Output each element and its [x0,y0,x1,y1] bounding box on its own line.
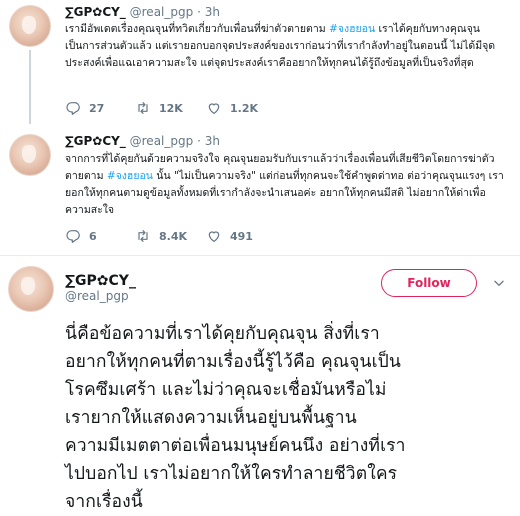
text-line: อยากให้ทุกคนที่ตามเรื่องนี้รู้ไว้คือ คุณ… [65,352,401,372]
main-tweet: ∑GP✿CY_ @real_pgp Follow นี่คือข้อความที… [0,0,520,514]
text-line: จากเรื่องนี้ [65,492,143,512]
text-line: นี่คือข้อความที่เราได้คุยกับคุณจุน สิ่งท… [65,324,380,344]
follow-button[interactable]: Follow [381,269,477,297]
text-line: เรายากให้แสดงความเห็นอยู่บนพื้นฐาน [65,408,357,428]
chevron-down-icon[interactable] [492,276,506,290]
display-name[interactable]: ∑GP✿CY_ [65,273,136,289]
text-line: โรคซึมเศร้า และไม่ว่าคุณจะเชื่อมันหรือไม… [65,380,387,400]
main-tweet-text: นี่คือข้อความที่เราได้คุยกับคุณจุน สิ่งท… [65,320,510,516]
text-line: ความมีเมตตาต่อเพื่อนมนุษย์คนนึง อย่างที่… [65,436,406,456]
avatar[interactable] [8,266,54,312]
handle[interactable]: @real_pgp [65,289,129,303]
text-line: ไปบอกไป เราไม่อยากให้ใครทำลายชีวิตใคร [65,464,398,484]
tweet-thread: ∑GP✿CY_ @real_pgp · 3h เรามีอัพเดตเรื่อง… [0,0,520,514]
